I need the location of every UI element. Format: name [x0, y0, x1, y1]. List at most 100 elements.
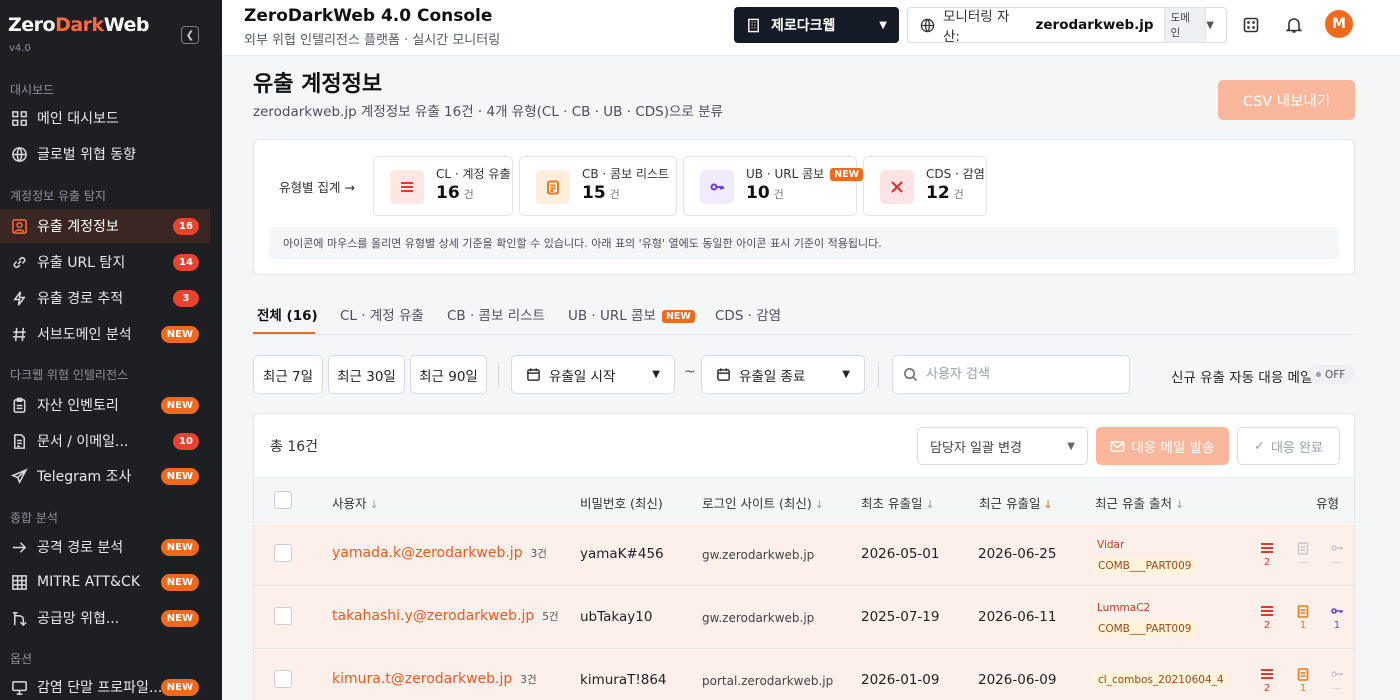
column-first-leak[interactable]: 최초 유출일 ↓	[861, 493, 935, 512]
auto-mail-toggle[interactable]: OFF	[1309, 365, 1355, 384]
range-30d-button[interactable]: 최근 30일	[328, 355, 405, 394]
send-response-mail-button[interactable]: 대응 메일 발송	[1096, 427, 1229, 465]
start-date-picker[interactable]: 유출일 시작 ▼	[511, 355, 675, 394]
link-icon	[10, 253, 28, 271]
column-source[interactable]: 최근 유출 출처 ↓	[1095, 493, 1184, 512]
key-icon	[700, 170, 734, 204]
grid-icon	[10, 109, 28, 127]
bulk-assign-label: 담당자 일괄 변경	[930, 440, 1022, 456]
type-cb[interactable]: —	[1293, 541, 1313, 568]
tab-cb[interactable]: CB · 콤보 리스트	[447, 304, 545, 324]
column-login-site[interactable]: 로그인 사이트 (최신) ↓	[702, 493, 824, 512]
column-user[interactable]: 사용자 ↓	[332, 493, 379, 512]
source-combo: COMB___PART009	[1093, 621, 1197, 637]
bolt-icon	[10, 289, 28, 307]
range-7d-button[interactable]: 최근 7일	[253, 355, 323, 394]
sidebar-item-asset-inventory[interactable]: 자산 인벤토리 NEW	[0, 388, 210, 422]
tab-cds[interactable]: CDS · 감염	[715, 304, 781, 324]
sidebar-item-telegram[interactable]: Telegram 조사 NEW	[0, 459, 210, 493]
key-icon	[1331, 608, 1343, 614]
sidebar-item-supply-chain[interactable]: 공급망 위협... NEW	[0, 601, 210, 635]
globe-icon	[920, 18, 935, 33]
end-date-label: 유출일 종료	[739, 368, 806, 385]
chevron-left-icon: ❮	[185, 29, 195, 41]
topbar: ZeroDarkWeb 4.0 Console 외부 위협 인텔리전스 플랫폼 …	[222, 0, 1400, 56]
stat-cb[interactable]: CB · 콤보 리스트 15 건	[519, 156, 677, 216]
range-90d-button[interactable]: 최근 90일	[410, 355, 487, 394]
user-avatar[interactable]: M	[1325, 10, 1353, 38]
type-ub[interactable]: —	[1327, 667, 1347, 694]
user-cell: takahashi.y@zerodarkweb.jp 5건	[332, 608, 559, 624]
select-all-checkbox[interactable]	[274, 491, 292, 509]
type-cb[interactable]: 1	[1293, 604, 1313, 631]
row-checkbox[interactable]	[274, 607, 292, 625]
stat-cl[interactable]: CL · 계정 유출 16 건	[373, 156, 513, 216]
sidebar-item-documents[interactable]: 문서 / 이메일... 10	[0, 424, 210, 458]
sidebar-item-leaked-url[interactable]: 유출 URL 탐지 14	[0, 245, 210, 279]
sidebar-item-subdomain[interactable]: 서브도메인 분석 NEW	[0, 317, 210, 351]
summary-label: 유형별 집계 →	[279, 180, 355, 195]
stat-name: UB · URL 콤보 NEW	[746, 165, 864, 182]
count-badge: 16	[173, 217, 199, 235]
new-badge: NEW	[661, 310, 695, 323]
section-label: 옵션	[10, 652, 33, 666]
apps-button[interactable]	[1240, 14, 1262, 36]
stat-ub[interactable]: UB · URL 콤보 NEW 10 건	[683, 156, 864, 216]
organization-select[interactable]: 제로다크웹 ▼	[734, 7, 899, 43]
sidebar-item-global-threats[interactable]: 글로벌 위협 동향	[0, 137, 210, 171]
row-checkbox[interactable]	[274, 544, 292, 562]
leaked-accounts-table: 총 16건 담당자 일괄 변경 ▼ 대응 메일 발송 ✓ 대응 완료 사용자 ↓ 비밀…	[253, 413, 1355, 700]
user-email-link[interactable]: kimura.t@zerodarkweb.jp	[332, 671, 512, 687]
last-leak-cell: 2026-06-11	[978, 609, 1057, 625]
total-count: 총 16건	[270, 439, 319, 455]
check-icon: ✓	[1254, 438, 1265, 454]
sidebar-item-mitre[interactable]: MITRE ATT&CK NEW	[0, 565, 210, 599]
leak-count: 3건	[530, 548, 547, 560]
building-icon	[746, 18, 761, 33]
column-password: 비밀번호 (최신)	[580, 496, 663, 511]
tab-all[interactable]: 전체 (16)	[257, 304, 318, 324]
clipboard-icon	[10, 396, 28, 414]
user-search[interactable]	[892, 355, 1130, 394]
active-tab-indicator	[253, 332, 315, 334]
stat-cds[interactable]: CDS · 감염 12 건	[863, 156, 987, 216]
type-cb[interactable]: 1	[1293, 667, 1313, 694]
tab-ub[interactable]: UB · URL 콤보 NEW	[568, 304, 695, 324]
brand-logo[interactable]: ZeroDarkWeb	[8, 14, 149, 36]
sidebar-item-leak-path[interactable]: 유출 경로 추적 3	[0, 281, 210, 315]
tab-cl[interactable]: CL · 계정 유출	[340, 304, 424, 324]
version-label: v4.0	[9, 43, 31, 54]
table-row[interactable]: kimura.t@zerodarkweb.jp 3건 kimuraT!864 po…	[254, 650, 1354, 700]
page-subtitle: zerodarkweb.jp 계정정보 유출 16건 · 4개 유형(CL · …	[253, 104, 723, 120]
column-type: 유형	[1316, 496, 1340, 511]
new-badge: NEW	[830, 168, 864, 181]
type-ub[interactable]: 1	[1327, 604, 1347, 631]
notifications-button[interactable]	[1283, 14, 1305, 36]
user-icon	[10, 217, 28, 235]
sidebar-item-attack-path[interactable]: 공격 경로 분석 NEW	[0, 530, 210, 564]
bulk-assign-select[interactable]: 담당자 일괄 변경 ▼	[917, 427, 1088, 465]
toggle-dot	[1316, 372, 1321, 377]
column-last-leak[interactable]: 최근 유출일 ↓	[979, 493, 1053, 512]
row-checkbox[interactable]	[274, 670, 292, 688]
sidebar-item-main-dashboard[interactable]: 메인 대시보드	[0, 101, 210, 135]
mark-done-button[interactable]: ✓ 대응 완료	[1237, 427, 1340, 465]
sidebar-item-infected-device[interactable]: 감염 단말 프로파일... NEW	[0, 670, 210, 700]
collapse-sidebar-button[interactable]: ❮	[181, 26, 199, 44]
user-cell: kimura.t@zerodarkweb.jp 3건	[332, 671, 537, 687]
sort-icon: ↓	[1174, 498, 1185, 511]
type-cl[interactable]: 2	[1257, 541, 1277, 568]
monitored-asset-select[interactable]: 모니터링 자산: zerodarkweb.jp 도메인 ▼	[907, 7, 1227, 45]
filter-divider	[878, 362, 879, 388]
type-cl[interactable]: 2	[1257, 667, 1277, 694]
csv-export-button[interactable]: CSV 내보내기	[1218, 80, 1355, 120]
user-search-input[interactable]	[926, 367, 1116, 382]
sidebar-item-leaked-accounts[interactable]: 유출 계정정보 16	[0, 209, 210, 243]
type-cl[interactable]: 2	[1257, 604, 1277, 631]
type-ub[interactable]: —	[1327, 541, 1347, 568]
end-date-picker[interactable]: 유출일 종료 ▼	[701, 355, 865, 394]
table-row[interactable]: takahashi.y@zerodarkweb.jp 5건 ubTakay10 g…	[254, 587, 1354, 649]
table-row[interactable]: yamada.k@zerodarkweb.jp 3건 yamaK#456 gw.z…	[254, 524, 1354, 586]
user-email-link[interactable]: yamada.k@zerodarkweb.jp	[332, 545, 523, 561]
user-email-link[interactable]: takahashi.y@zerodarkweb.jp	[332, 608, 534, 624]
